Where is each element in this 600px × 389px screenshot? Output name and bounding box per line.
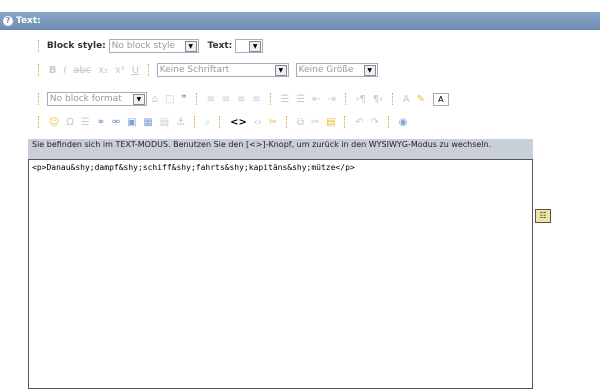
special-char-icon[interactable]: Ω — [66, 117, 74, 128]
block-format-select[interactable]: No block format ▼ — [46, 92, 147, 106]
div-container-icon[interactable]: ⌂ — [152, 94, 158, 105]
toolbar-separator — [193, 116, 196, 128]
align-left-icon[interactable]: ≡ — [206, 94, 214, 105]
align-center-icon[interactable]: ≡ — [222, 94, 230, 105]
panel-title: Text: — [16, 16, 41, 26]
italic-icon[interactable]: I — [63, 65, 66, 76]
help-icon[interactable]: ? — [3, 15, 13, 26]
redo-icon[interactable]: ↷ — [371, 117, 379, 128]
toolbar-separator — [344, 116, 346, 128]
anchor-icon[interactable]: ⚓ — [176, 117, 185, 128]
toolbar-separator — [38, 40, 40, 52]
blockquote-icon[interactable]: ❞ — [181, 94, 186, 105]
block-style-label: Block style: — [46, 41, 106, 51]
help-circle-icon[interactable]: ◉ — [399, 117, 408, 128]
text-style-select[interactable]: ▼ — [235, 39, 264, 53]
toolbar-separator — [195, 93, 198, 105]
text-color-icon[interactable]: A — [403, 94, 410, 105]
indent-icon[interactable]: ⇥ — [327, 94, 335, 105]
font-family-select[interactable]: Keine Schriftart ▼ — [156, 63, 289, 77]
chevron-down-icon[interactable]: ▼ — [132, 94, 145, 105]
toolbar-row-3: No block format ▼ ⌂ □ ❞ ≡ ≡ ≡ ≡ ☰ ☰ ⇤ ⇥ … — [34, 92, 449, 108]
undo-icon[interactable]: ↶ — [355, 117, 363, 128]
ltr-icon[interactable]: ›¶ — [355, 94, 365, 105]
link-icon[interactable]: ⚭ — [97, 117, 105, 128]
toolbar-row-1: Block style: No block style ▼ Text: ▼ — [34, 39, 264, 55]
chevron-down-icon[interactable]: ▼ — [274, 65, 287, 76]
cleanup-icon[interactable]: ✂ — [269, 117, 277, 128]
ordered-list-icon[interactable]: ☰ — [280, 94, 289, 105]
toolbar-separator — [38, 93, 40, 105]
smiley-icon[interactable]: ☺ — [49, 117, 59, 128]
image-icon[interactable]: ▣ — [127, 117, 136, 128]
font-size-value: Keine Größe — [298, 65, 354, 75]
toolbar-separator — [391, 93, 394, 105]
code-icon[interactable]: ‹› — [254, 117, 262, 128]
font-family-value: Keine Schriftart — [159, 65, 230, 75]
rtl-icon[interactable]: ¶‹ — [373, 94, 383, 105]
underline-icon[interactable]: U — [132, 65, 139, 76]
chevron-down-icon[interactable]: ▼ — [249, 41, 262, 52]
field-wizard-icon[interactable]: ☷ — [535, 209, 551, 223]
block-format-value: No block format — [49, 94, 122, 104]
font-size-select[interactable]: Keine Größe ▼ — [295, 63, 378, 77]
toolbar-separator — [387, 116, 390, 128]
panel-header: ? Text: — [0, 12, 600, 30]
block-style-value: No block style — [111, 41, 176, 51]
block-style-select[interactable]: No block style ▼ — [108, 39, 199, 53]
toolbar-separator — [147, 64, 150, 76]
highlight-icon[interactable]: ✎ — [417, 94, 425, 105]
toolbar-separator — [219, 116, 221, 128]
text-label: Text: — [207, 41, 233, 51]
align-right-icon[interactable]: ≡ — [237, 94, 245, 105]
source-textarea[interactable]: <p>Danau&shy;dampf&shy;schiff&shy;fahrts… — [28, 159, 533, 389]
toolbar-separator — [38, 64, 40, 76]
bold-icon[interactable]: B — [49, 65, 57, 76]
chevron-down-icon[interactable]: ▼ — [184, 41, 197, 52]
mode-notice: Sie befinden sich im TEXT-MODUS. Benutze… — [28, 139, 533, 159]
paste-icon[interactable]: ▤ — [326, 117, 335, 128]
align-justify-icon[interactable]: ≡ — [252, 94, 260, 105]
find-icon[interactable]: ⌕ — [205, 117, 211, 128]
chevron-down-icon[interactable]: ▼ — [363, 65, 376, 76]
unlink-icon[interactable]: ⚮ — [112, 117, 120, 128]
subscript-icon[interactable]: x₂ — [98, 65, 108, 76]
toolbar-row-4: ☺ Ω ☰ ⚭ ⚮ ▣ ▦ ▤ ⚓ ⌕ <> ‹› ✂ ⧉ ✂ ▤ ↶ ↷ ◉ — [34, 116, 409, 132]
media-icon[interactable]: ▤ — [160, 117, 169, 128]
cut-icon[interactable]: ✂ — [311, 117, 319, 128]
source-toggle-icon[interactable]: <> — [230, 117, 247, 128]
copy-icon[interactable]: ⧉ — [297, 117, 304, 128]
font-color-box[interactable]: A — [432, 92, 449, 106]
horizontal-rule-icon[interactable]: ☰ — [81, 117, 90, 128]
toolbar-separator — [344, 93, 347, 105]
strikethrough-icon[interactable]: abc — [73, 65, 91, 76]
toolbar-separator — [38, 116, 40, 128]
comment-icon[interactable]: □ — [165, 94, 174, 105]
editor-frame: ? Text: Block style: No block style ▼ Tex… — [0, 0, 600, 389]
table-icon[interactable]: ▦ — [143, 117, 152, 128]
outdent-icon[interactable]: ⇤ — [312, 94, 320, 105]
superscript-icon[interactable]: x² — [115, 65, 125, 76]
unordered-list-icon[interactable]: ☰ — [296, 94, 305, 105]
toolbar-separator — [269, 93, 272, 105]
toolbar-separator — [285, 116, 288, 128]
toolbar-row-2: B I abc x₂ x² U Keine Schriftart ▼ Keine… — [34, 63, 378, 79]
